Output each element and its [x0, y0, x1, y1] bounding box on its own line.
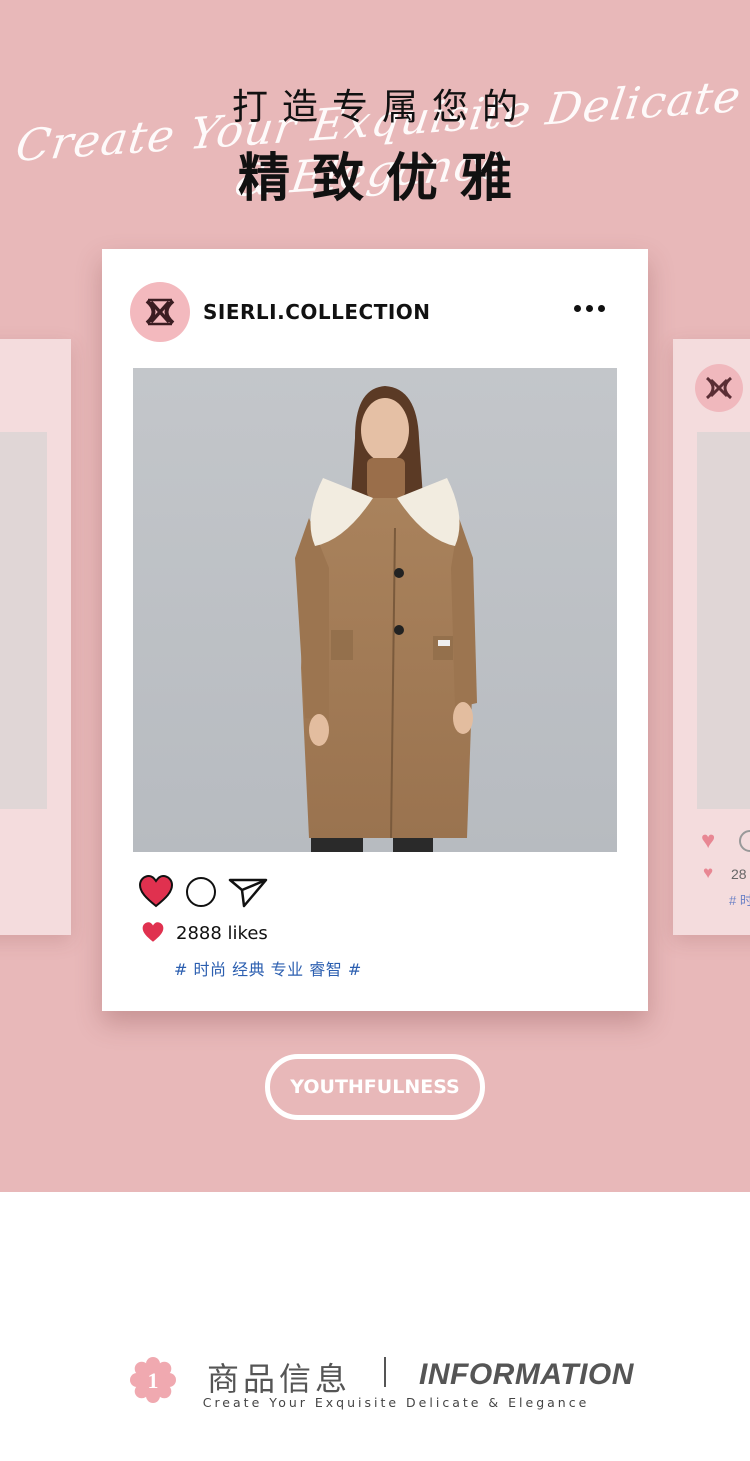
- comment-icon[interactable]: [739, 830, 750, 852]
- hashtags[interactable]: # 时尚 经典 专业 睿智 #: [174, 956, 362, 980]
- brand-logo-icon: [695, 364, 743, 412]
- likes-heart-icon: ♥: [703, 863, 714, 882]
- side-likes-count: 28: [731, 866, 747, 882]
- brand-logo-icon[interactable]: [130, 282, 190, 342]
- heart-icon[interactable]: ♥: [701, 827, 715, 855]
- side-tags: # 时: [729, 893, 750, 908]
- section-title-en: INFORMATION: [419, 1358, 634, 1391]
- side-card-right[interactable]: ♥ ♥ 28 # 时: [673, 339, 750, 935]
- section-title-cn: 商品信息: [207, 1360, 352, 1398]
- section-subtitle: Create Your Exquisite Delicate & Eleganc…: [202, 1395, 590, 1410]
- side-card-image: [0, 432, 47, 809]
- title-divider: [384, 1357, 386, 1387]
- section-number: 1: [148, 1368, 159, 1393]
- hero-banner: Create Your Exquisite Delicate & Eleganc…: [0, 0, 750, 1192]
- comment-icon[interactable]: [186, 877, 216, 907]
- heart-icon[interactable]: [138, 874, 174, 910]
- ellipsis-icon[interactable]: [574, 305, 605, 312]
- side-card-image: [697, 432, 750, 809]
- hero-title-line2: 精致优雅: [237, 149, 534, 209]
- hero-title-line1: 打造专属您的: [231, 87, 532, 128]
- account-handle[interactable]: SIERLI.COLLECTION: [203, 300, 431, 324]
- share-icon[interactable]: [228, 874, 268, 910]
- likes-count: 2888 likes: [176, 923, 268, 944]
- post-actions: [138, 874, 338, 910]
- product-photo: [133, 368, 617, 852]
- youthfulness-button[interactable]: YOUTHFULNESS: [265, 1054, 485, 1120]
- post-card: SIERLI.COLLECTION 2888 likes # 时尚 经典 专业 …: [102, 249, 648, 1011]
- likes-heart-icon: [142, 922, 164, 942]
- side-card-left[interactable]: [0, 339, 71, 935]
